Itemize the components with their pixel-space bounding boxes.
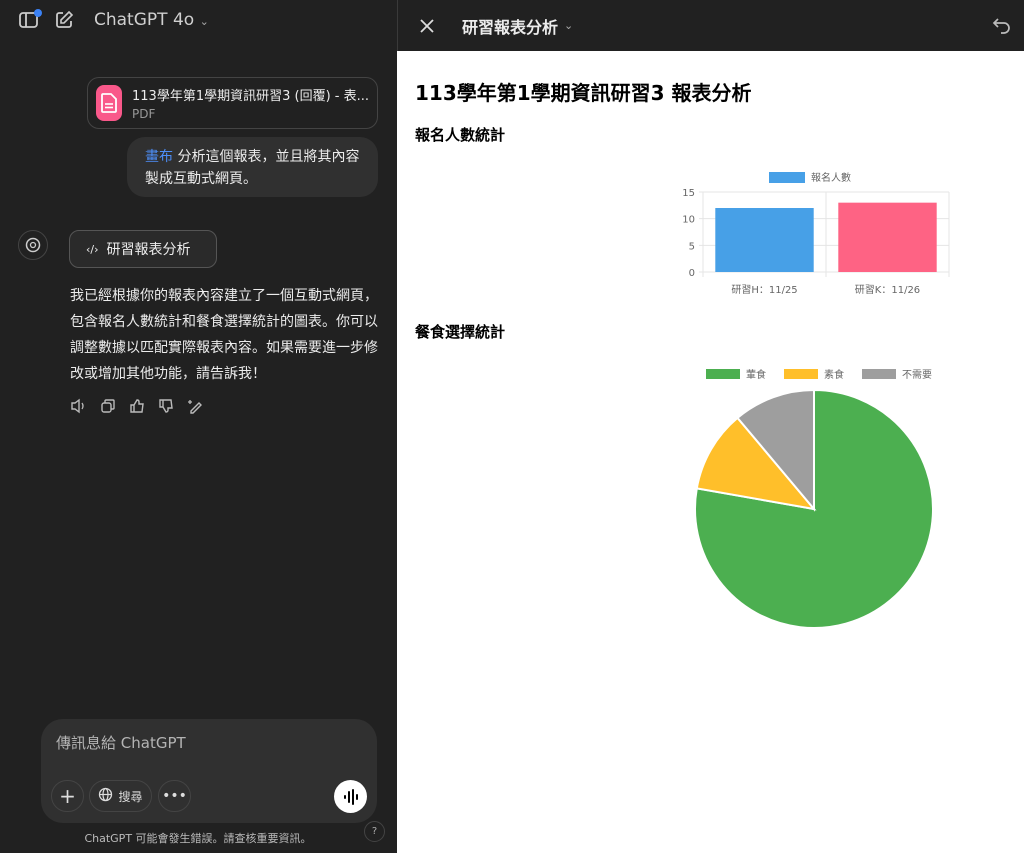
attached-file[interactable]: 113學年第1學期資訊研習3 (回覆) - 表... PDF <box>87 77 378 129</box>
section-heading-registration: 報名人數統計 <box>415 126 506 144</box>
search-label: 搜尋 <box>118 789 143 804</box>
message-actions <box>70 398 203 414</box>
user-message-text: 分析這個報表，並且將其內容製成互動式網頁。 <box>145 149 360 187</box>
help-button[interactable]: ? <box>364 821 385 842</box>
section-heading-meals: 餐食選擇統計 <box>415 323 506 341</box>
meal-pie-chart: 葷食 素食 不需要 <box>694 368 934 629</box>
model-name: ChatGPT 4o <box>94 10 195 30</box>
legend-label: 葷食 <box>746 368 766 381</box>
copy-icon[interactable] <box>100 398 116 414</box>
canvas-panel: 研習報表分析 ⌄ 113學年第1學期資訊研習3 報表分析 報名人數統計 餐食選擇… <box>397 0 1024 853</box>
globe-icon <box>98 787 113 805</box>
y-tick-label: 10 <box>682 215 695 226</box>
y-tick-label: 15 <box>682 188 695 199</box>
waveform-icon <box>343 788 358 805</box>
thumbs-down-icon[interactable] <box>158 398 174 414</box>
new-chat-icon[interactable] <box>54 10 74 30</box>
legend-swatch <box>769 172 805 183</box>
y-tick-label: 0 <box>689 268 695 279</box>
x-tick-label: 研習K：11/26 <box>855 284 920 296</box>
plus-icon: + <box>59 784 76 808</box>
page-title: 113學年第1學期資訊研習3 報表分析 <box>415 81 752 105</box>
file-name: 113學年第1學期資訊研習3 (回覆) - 表... <box>132 89 369 104</box>
legend-label: 不需要 <box>902 369 932 381</box>
y-tick-label: 5 <box>689 241 695 252</box>
chatgpt-logo-icon <box>18 230 48 260</box>
legend-swatch <box>862 369 896 379</box>
voice-mode-button[interactable] <box>334 780 367 813</box>
search-button[interactable]: 搜尋 <box>89 780 152 812</box>
code-icon: ‹/› <box>86 242 99 256</box>
message-input[interactable]: 傳訊息給 ChatGPT <box>56 732 186 753</box>
chat-panel: ChatGPT 4o ⌄ 113學年第1學期資訊研習3 (回覆) - 表... … <box>0 0 396 853</box>
user-message: 畫布 分析這個報表，並且將其內容製成互動式網頁。 <box>127 137 378 197</box>
chevron-down-icon[interactable]: ⌄ <box>564 19 573 32</box>
more-icon: ••• <box>162 788 187 804</box>
attach-button[interactable]: + <box>51 780 84 812</box>
legend-swatch <box>706 369 740 379</box>
canvas-button-label: 研習報表分析 <box>106 242 191 258</box>
registration-bar-chart: 報名人數 0 5 10 15 研習H：11/25 研習K：11/26 <box>682 171 950 296</box>
thumbs-up-icon[interactable] <box>129 398 145 414</box>
model-selector[interactable]: ChatGPT 4o ⌄ <box>94 10 209 30</box>
more-options-button[interactable]: ••• <box>158 780 191 812</box>
sidebar-toggle-icon[interactable] <box>18 9 42 30</box>
canvas-title[interactable]: 研習報表分析 <box>462 14 558 38</box>
disclaimer: ChatGPT 可能會發生錯誤。請查核重要資訊。 <box>84 832 312 845</box>
chevron-down-icon: ⌄ <box>199 15 209 28</box>
file-type: PDF <box>132 107 156 121</box>
legend-swatch <box>784 369 818 379</box>
close-icon[interactable] <box>418 18 436 33</box>
legend-label: 報名人數 <box>811 171 851 184</box>
bar <box>838 202 937 272</box>
message-composer[interactable]: 傳訊息給 ChatGPT + 搜尋 ••• <box>41 719 377 823</box>
undo-icon[interactable] <box>992 17 1012 35</box>
bar <box>715 208 814 272</box>
open-canvas-button[interactable]: ‹/› 研習報表分析 <box>69 230 217 268</box>
x-tick-label: 研習H：11/25 <box>731 284 797 296</box>
assistant-message: 我已經根據你的報表內容建立了一個互動式網頁，包含報名人數統計和餐食選擇統計的圖表… <box>70 288 378 382</box>
read-aloud-icon[interactable] <box>70 398 87 414</box>
document-icon <box>96 85 123 121</box>
legend-label: 素食 <box>824 368 844 381</box>
canvas-header: 研習報表分析 ⌄ <box>397 0 1024 51</box>
edit-canvas-icon[interactable] <box>187 398 203 414</box>
canvas-mention: 畫布 <box>145 149 173 165</box>
